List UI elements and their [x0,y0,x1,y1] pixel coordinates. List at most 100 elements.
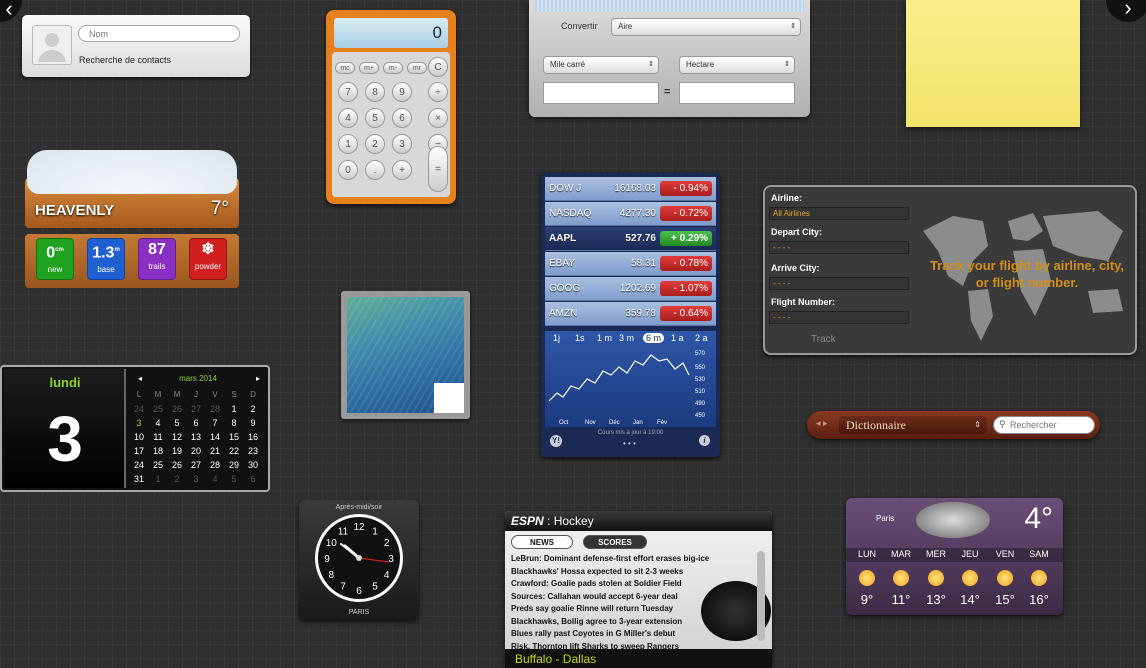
calendar-day[interactable]: 4 [208,474,222,484]
key-mr[interactable]: mr [407,62,427,74]
contact-search-input[interactable] [78,25,240,42]
info-icon[interactable]: i [699,435,710,446]
calendar-day[interactable]: 25 [151,460,165,470]
tab-news[interactable]: NEWS [511,535,573,549]
calendar-day[interactable]: 27 [189,404,203,414]
calendar-day[interactable]: 26 [170,404,184,414]
stock-row[interactable]: AMZN 359.78 - 0.64% [545,302,716,326]
calendar-day[interactable]: 9 [246,418,260,428]
calendar-day[interactable]: 5 [227,474,241,484]
calendar-day[interactable]: 2 [246,404,260,414]
calendar-day[interactable]: 14 [208,432,222,442]
key-mc[interactable]: mc [335,62,355,74]
key-6[interactable]: 6 [392,108,412,128]
stock-change[interactable]: - 0.94% [660,181,712,196]
calendar-day[interactable]: 24 [132,404,146,414]
arrive-city-select[interactable]: - - - - [769,277,909,290]
calendar-day[interactable]: 16 [246,432,260,442]
category-select[interactable]: Aire ⇕ [611,18,801,36]
stock-change[interactable]: - 0.64% [660,306,712,321]
headline-item[interactable]: Preds say goalie Rinne will return Tuesd… [511,603,701,616]
key-equals[interactable]: = [428,146,448,192]
to-unit-select[interactable]: Hectare ⇕ [679,56,795,74]
calendar-day[interactable]: 23 [246,446,260,456]
stock-change[interactable]: + 0.29% [660,231,712,246]
tab-scores[interactable]: SCORES [583,535,647,549]
calendar-day[interactable]: 6 [246,474,260,484]
calendar-day[interactable]: 10 [132,432,146,442]
calendar-day[interactable]: 22 [227,446,241,456]
calendar-day[interactable]: 27 [189,460,203,470]
calendar-day[interactable]: 7 [208,418,222,428]
stock-change[interactable]: - 0.78% [660,256,712,271]
key-divide[interactable]: ÷ [428,82,448,102]
key-4[interactable]: 4 [338,108,358,128]
from-unit-select[interactable]: Mile carré ⇕ [543,56,659,74]
key-1[interactable]: 1 [338,134,358,154]
calendar-day[interactable]: 26 [170,460,184,470]
stock-row[interactable]: GOOG 1202.69 - 1.07% [545,277,716,301]
next-month-arrow[interactable]: ▸ [256,374,260,383]
next-button[interactable]: › [1106,0,1146,22]
key-7[interactable]: 7 [338,82,358,102]
calendar-day[interactable]: 24 [132,460,146,470]
stock-row[interactable]: DOW J 16168.03 - 0.94% [545,177,716,201]
stock-row-selected[interactable]: AAPL 527.76 + 0.29% [545,227,716,251]
key-decimal[interactable]: . [365,160,385,180]
calendar-day[interactable]: 4 [151,418,165,428]
calendar-day[interactable]: 2 [170,474,184,484]
key-2[interactable]: 2 [365,134,385,154]
sticky-note[interactable] [906,0,1080,127]
headline-item[interactable]: Blackhawks, Bollig agree to 3-year exten… [511,616,701,629]
track-button[interactable]: Track [811,334,836,345]
calendar-day[interactable]: 28 [208,460,222,470]
scrollbar[interactable] [757,551,765,641]
calendar-day[interactable]: 31 [132,474,146,484]
key-8[interactable]: 8 [365,82,385,102]
flight-number-field[interactable]: - - - - [769,311,909,324]
key-multiply[interactable]: × [428,108,448,128]
key-m-plus[interactable]: m+ [359,62,379,74]
key-0[interactable]: 0 [338,160,358,180]
calendar-day[interactable]: 18 [151,446,165,456]
calendar-day[interactable]: 19 [170,446,184,456]
headline-item[interactable]: Blues rally past Coyotes in G Miller's d… [511,628,701,641]
key-plus[interactable]: + [392,160,412,180]
key-m-minus[interactable]: m- [383,62,403,74]
calendar-day[interactable]: 1 [227,404,241,414]
headline-item[interactable]: Sources: Callahan would accept 6-year de… [511,591,701,604]
headline-item[interactable]: Blackhawks' Hossa expected to sit 2-3 we… [511,566,701,579]
stock-row[interactable]: EBAY 58.31 - 0.78% [545,252,716,276]
calendar-day[interactable]: 1 [151,474,165,484]
headline-item[interactable]: Crawford: Goalie pads stolen at Soldier … [511,578,701,591]
calendar-day[interactable]: 3 [189,474,203,484]
dictionary-search-input[interactable] [993,416,1095,434]
depart-city-select[interactable]: - - - - [769,241,909,254]
calendar-day[interactable]: 11 [151,432,165,442]
day-panel[interactable]: lundi 3 [4,369,126,488]
stock-row[interactable]: NASDAQ 4277.30 - 0.72% [545,202,716,226]
prev-button[interactable]: ‹ [0,0,22,22]
stock-change[interactable]: - 0.72% [660,206,712,221]
from-value-field[interactable] [543,82,659,104]
key-9[interactable]: 9 [392,82,412,102]
calendar-day[interactable]: 15 [227,432,241,442]
calendar-day[interactable]: 5 [170,418,184,428]
photo-widget[interactable] [341,291,470,419]
calendar-day[interactable]: 17 [132,446,146,456]
key-5[interactable]: 5 [365,108,385,128]
prev-month-arrow[interactable]: ◂ [138,374,142,383]
calendar-day[interactable]: 8 [227,418,241,428]
headline-item[interactable]: LeBrun: Dominant defense-first effort er… [511,553,709,566]
calendar-day[interactable]: 13 [189,432,203,442]
key-clear[interactable]: C [428,57,448,77]
airline-select[interactable]: All Airlines [769,207,909,220]
calendar-day[interactable]: 20 [189,446,203,456]
yahoo-icon[interactable]: Y! [550,435,562,447]
calendar-day[interactable]: 6 [189,418,203,428]
calendar-day[interactable]: 30 [246,460,260,470]
calendar-day[interactable]: 28 [208,404,222,414]
to-value-field[interactable] [679,82,795,104]
calendar-day[interactable]: 21 [208,446,222,456]
calendar-day[interactable]: 3 [132,418,146,428]
